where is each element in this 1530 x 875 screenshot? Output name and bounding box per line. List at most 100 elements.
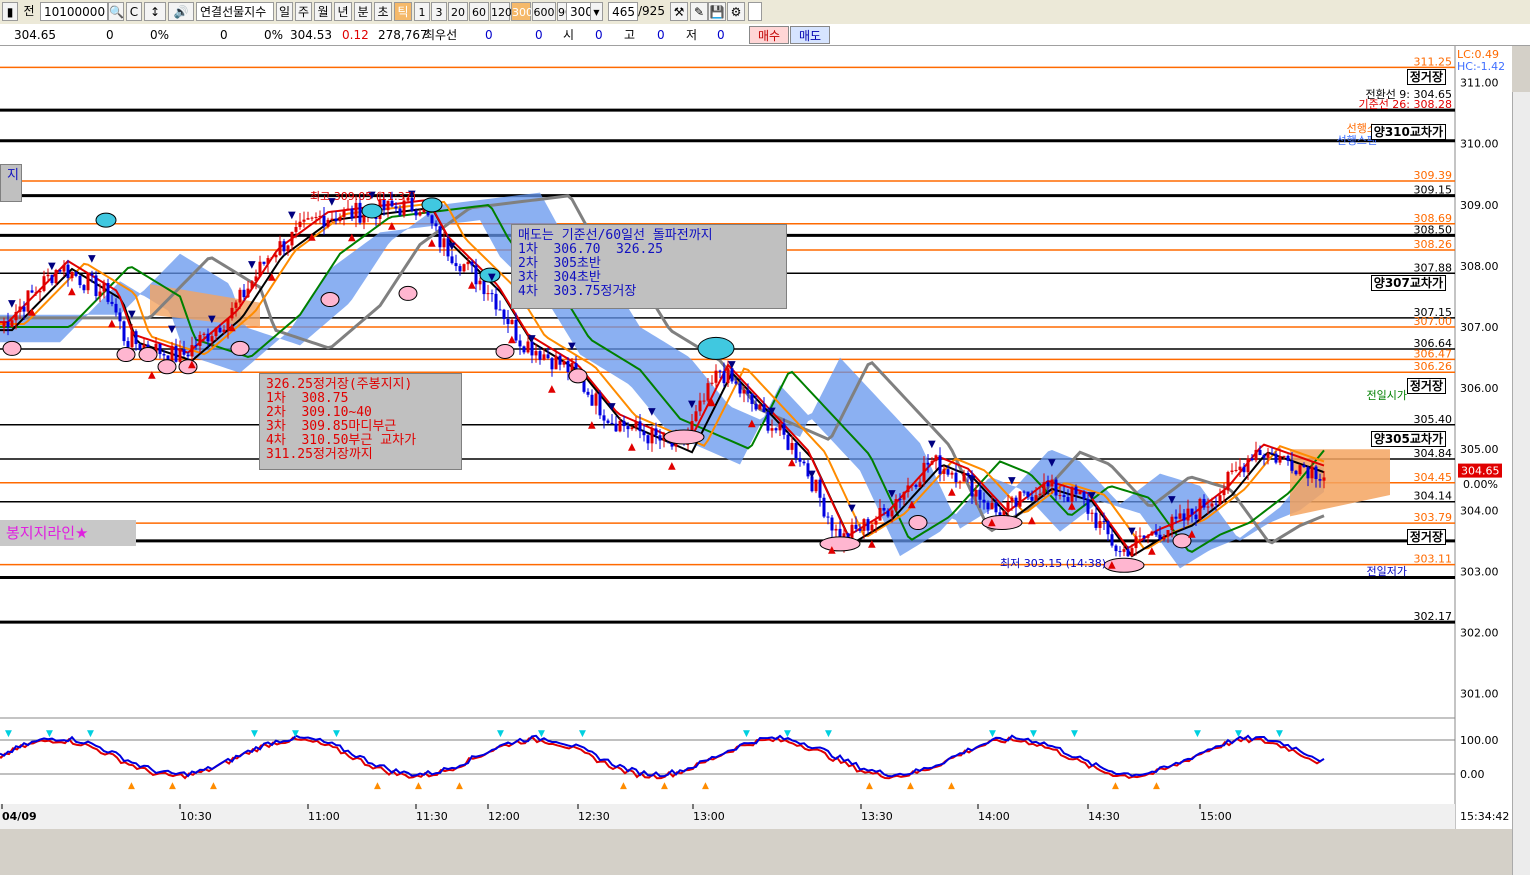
time-tick: 13:30 (861, 810, 893, 823)
osc-arrow: ▲ (210, 781, 217, 791)
low-label: 최저 303.15 (14:38) (1000, 557, 1106, 570)
hc-label: HC:-1.42 (1457, 60, 1505, 73)
period-tab-2[interactable]: 월 (314, 2, 332, 21)
signal-arrow: ▲ (1028, 515, 1036, 526)
low-marker (663, 429, 705, 445)
code-input[interactable]: 10100000 (40, 2, 108, 21)
time-tick: 13:00 (693, 810, 725, 823)
low-marker (908, 515, 928, 531)
time-tick: 10:30 (180, 810, 212, 823)
signal-arrow: ▲ (108, 318, 116, 329)
volume: 278,767 (378, 28, 428, 42)
label-station-1: 정거장 (1406, 69, 1446, 85)
signal-arrow: ▼ (248, 259, 256, 270)
level-label: 304.14 (1414, 490, 1453, 503)
interval-tab-3[interactable]: 3 (431, 2, 447, 21)
level-label: 308.26 (1414, 238, 1453, 251)
scrollbar[interactable] (1512, 92, 1530, 875)
gear-icon[interactable]: ⚙ (727, 2, 745, 21)
count-total: /925 (638, 4, 665, 18)
level-label: 305.40 (1414, 413, 1453, 426)
checkbox[interactable] (748, 2, 762, 21)
signal-arrow: ▼ (648, 406, 656, 417)
sell-button[interactable]: 매도 (790, 26, 830, 44)
signal-arrow: ▲ (388, 220, 396, 231)
osc-arrow: ▼ (1071, 729, 1078, 739)
change: 0.12 (342, 28, 369, 42)
osc-arrow: ▲ (1112, 781, 1119, 791)
signal-arrow: ▼ (688, 399, 696, 410)
left-note: 지 (0, 164, 22, 202)
signal-arrow: ▲ (1148, 546, 1156, 557)
high-marker (421, 197, 443, 213)
interval-tab-20[interactable]: 20 (448, 2, 468, 21)
low-marker (116, 347, 136, 363)
signal-arrow: ▲ (308, 232, 316, 243)
osc-arrow: ▼ (825, 729, 832, 739)
signal-arrow: ▼ (1128, 526, 1136, 537)
name-field[interactable]: 연결선물지수 (196, 2, 274, 21)
level-label: 307.88 (1414, 261, 1453, 274)
signal-arrow: ▼ (88, 253, 96, 264)
interval-tab-60[interactable]: 60 (469, 2, 489, 21)
interval-tab-1[interactable]: 1 (414, 2, 430, 21)
draw-icon[interactable]: ✎ (690, 2, 708, 21)
signal-arrow: ▼ (768, 406, 776, 417)
osc-arrow: ▼ (743, 729, 750, 739)
low-marker (320, 292, 340, 308)
low-marker (157, 359, 177, 375)
time-tick: 14:00 (978, 810, 1010, 823)
signal-arrow: ▲ (908, 499, 916, 510)
low-marker (568, 368, 588, 384)
level-label: 304.45 (1414, 471, 1453, 484)
period-tab-5[interactable]: 초 (374, 2, 392, 21)
low-marker (2, 340, 22, 356)
time-tick: 11:30 (416, 810, 448, 823)
prev-open-label: 전일시가 (1367, 388, 1407, 402)
interval-tab-600[interactable]: 600 (532, 2, 556, 21)
interval-tab-120[interactable]: 120 (490, 2, 512, 21)
dropdown-icon[interactable]: ▼ (590, 2, 603, 21)
period-tab-6[interactable]: 틱 (394, 2, 412, 21)
osc-arrow: ▼ (251, 729, 258, 739)
low-label: 저 (686, 28, 698, 42)
signal-arrow: ▲ (28, 307, 36, 318)
sort-icon[interactable]: ↕ (144, 2, 166, 21)
search-icon[interactable]: 🔍 (108, 2, 124, 21)
interval-tab-300[interactable]: 300 (511, 2, 533, 21)
speaker-icon[interactable]: 🔊 (168, 2, 194, 21)
signal-arrow: ▲ (1108, 560, 1116, 571)
signal-arrow: ▲ (508, 334, 516, 345)
signal-arrow: ▼ (448, 241, 456, 252)
level-label: 306.26 (1414, 360, 1453, 373)
osc-tick: 100.00 (1460, 734, 1499, 747)
price-tick: 306.00 (1460, 382, 1499, 395)
signal-arrow: ▼ (168, 324, 176, 335)
chart-icon[interactable]: ▮ (2, 2, 18, 21)
period-tab-1[interactable]: 주 (295, 2, 312, 21)
signal-arrow: ▲ (348, 232, 356, 243)
prev-icon[interactable]: C (126, 2, 142, 21)
osc-arrow: ▼ (333, 729, 340, 739)
count-input[interactable]: 465 (608, 2, 638, 21)
low-marker (138, 347, 158, 363)
time-tick: 14:30 (1088, 810, 1120, 823)
signal-arrow: ▼ (608, 402, 616, 413)
low-value: 0 (717, 28, 725, 42)
period-tab-0[interactable]: 일 (276, 2, 293, 21)
period-tab-4[interactable]: 분 (354, 2, 372, 21)
signal-arrow: ▼ (288, 210, 296, 221)
osc-arrow: ▲ (128, 781, 135, 791)
period-tab-3[interactable]: 년 (334, 2, 352, 21)
tool-icon[interactable]: ⚒ (670, 2, 688, 21)
chart-area[interactable]: 311.00 310.00 309.00 308.00 307.00 306.00 305.… (0, 46, 1530, 875)
interval-select[interactable]: 300 (566, 2, 593, 21)
osc-arrow: ▼ (87, 729, 94, 739)
chart-canvas[interactable]: 311.00 310.00 309.00 308.00 307.00 306.00 305.… (0, 46, 1512, 829)
level-label: 309.39 (1414, 169, 1453, 182)
signal-arrow: ▼ (808, 469, 816, 480)
save-icon[interactable]: 💾 (708, 2, 726, 21)
buy-button[interactable]: 매수 (749, 26, 789, 44)
signal-arrow: ▲ (548, 383, 556, 394)
buy-note: 326.25정거장(주봉지지) 1차 308.75 2차 309.10~40 3… (259, 373, 462, 470)
